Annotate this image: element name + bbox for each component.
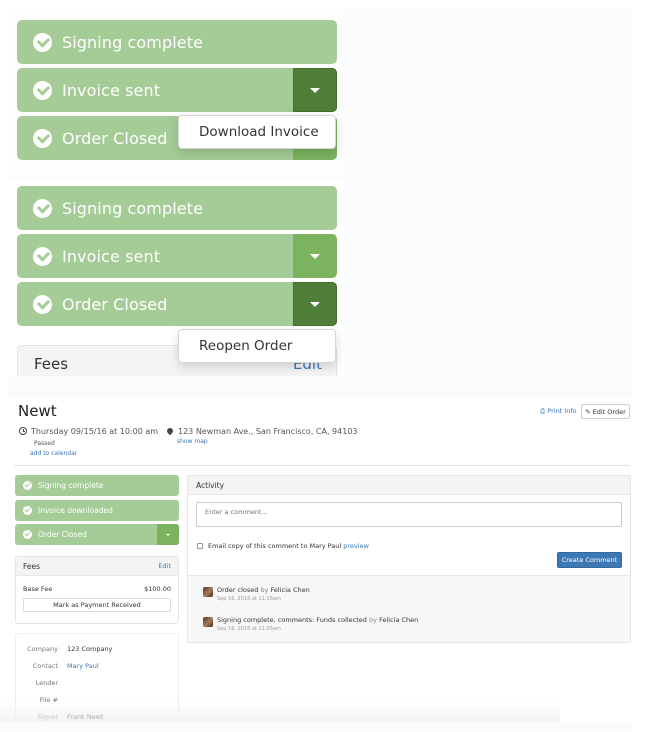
status-label: Order Closed xyxy=(62,294,168,314)
detail-label: Lender xyxy=(35,679,58,687)
status-bar-invoice-sent: Invoice sent xyxy=(17,234,337,278)
status-bar-invoice-downloaded: Invoice downloaded xyxy=(15,500,179,521)
preview-link[interactable]: preview xyxy=(343,542,369,550)
order-address: 123 Newman Ave., San Francisco, CA, 9410… xyxy=(165,426,358,436)
activity-panel: Activity Email copy of this comment to M… xyxy=(187,475,631,643)
status-bar-order-closed: Order Closed xyxy=(15,524,179,545)
email-copy-row: Email copy of this comment to Mary Paul … xyxy=(197,542,369,550)
check-circle-icon xyxy=(33,198,52,218)
activity-time: Sep 16, 2016 at 11:05am xyxy=(217,626,281,632)
comment-compose: Email copy of this comment to Mary Paul … xyxy=(188,495,630,576)
fees-card-header: Fees Edit xyxy=(16,557,178,576)
detail-label: Contact xyxy=(32,662,58,670)
status-bar-invoice-sent: Invoice sent xyxy=(17,68,337,112)
comment-input[interactable] xyxy=(196,502,622,527)
avatar xyxy=(203,617,213,627)
status-label: Signing complete xyxy=(62,32,204,52)
detail-value: 123 Company xyxy=(67,645,113,653)
status-label: Signing complete xyxy=(38,481,104,490)
caret-down-icon xyxy=(310,87,320,93)
invoice-dropdown-toggle[interactable] xyxy=(293,68,337,112)
divider xyxy=(14,465,630,466)
email-copy-checkbox[interactable] xyxy=(197,543,203,549)
clock-icon xyxy=(19,427,27,435)
check-circle-icon xyxy=(23,481,32,490)
fees-title: Fees xyxy=(34,355,69,373)
email-copy-label: Email copy of this comment to Mary Paul xyxy=(208,542,342,550)
bottom-background xyxy=(0,722,632,732)
address-text: 123 Newman Ave., San Francisco, CA, 9410… xyxy=(178,427,358,436)
fee-label: Base Fee xyxy=(23,585,53,593)
status-label: Invoice sent xyxy=(62,80,161,100)
check-circle-icon xyxy=(33,80,52,100)
status-bar-signing-complete: Signing complete xyxy=(17,186,337,230)
dropdown-menu: Reopen Order xyxy=(178,329,336,363)
page-title: Newt xyxy=(18,402,57,420)
show-map-link[interactable]: show map xyxy=(177,438,208,445)
edit-order-button[interactable]: ✎ Edit Order xyxy=(581,404,630,419)
map-marker-icon xyxy=(165,426,175,436)
contact-link[interactable]: Mary Paul xyxy=(67,662,99,670)
dropdown-menu: Download Invoice xyxy=(178,115,336,149)
caret-down-icon xyxy=(310,253,320,259)
order-dropdown-toggle[interactable] xyxy=(293,282,337,326)
caret-down-icon xyxy=(166,533,170,536)
print-info-link[interactable]: ⎙ Print Info xyxy=(540,407,577,416)
pencil-icon: ✎ xyxy=(585,407,591,416)
status-bar-order-closed: Order Closed xyxy=(17,282,337,326)
fees-card: Fees Edit Base Fee $100.00 Mark as Payme… xyxy=(15,556,179,624)
caret-down-icon xyxy=(310,301,320,307)
check-circle-icon xyxy=(23,506,32,515)
status-label: Invoice downloaded xyxy=(38,506,113,515)
print-info-label: Print Info xyxy=(547,407,577,415)
check-circle-icon xyxy=(33,294,52,314)
mark-payment-received-button[interactable]: Mark as Payment Received xyxy=(23,598,171,612)
activity-text: Order closed by Felicia Chen xyxy=(217,586,310,594)
order-datetime: Thursday 09/15/16 at 10:00 am xyxy=(19,427,158,436)
fees-edit-link[interactable]: Edit xyxy=(158,562,171,570)
activity-text: Signing complete, comments: Funds collec… xyxy=(217,616,419,624)
edit-order-label: Edit Order xyxy=(592,407,626,416)
detail-label: Company xyxy=(27,645,58,653)
invoice-dropdown-toggle[interactable] xyxy=(293,234,337,278)
check-circle-icon xyxy=(33,246,52,266)
check-circle-icon xyxy=(33,128,52,148)
status-bar-signing-complete: Signing complete xyxy=(15,475,179,496)
add-to-calendar-link[interactable]: add to calendar xyxy=(30,450,77,457)
status-bar-signing-complete: Signing complete xyxy=(17,20,337,64)
status-label: Signing complete xyxy=(62,198,204,218)
datetime-text: Thursday 09/15/16 at 10:00 am xyxy=(31,427,159,436)
status-label: Order Closed xyxy=(62,128,168,148)
check-circle-icon xyxy=(33,32,52,52)
order-dropdown-toggle[interactable] xyxy=(157,524,179,545)
create-comment-button[interactable]: Create Comment xyxy=(557,552,622,568)
activity-header: Activity xyxy=(188,476,630,495)
status-label: Invoice sent xyxy=(62,246,161,266)
status-text: Passed xyxy=(34,440,55,447)
menu-item-download-invoice[interactable]: Download Invoice xyxy=(199,124,319,140)
activity-time: Sep 16, 2016 at 11:15am xyxy=(217,596,281,602)
check-circle-icon xyxy=(23,530,32,539)
menu-item-reopen-order[interactable]: Reopen Order xyxy=(199,338,292,354)
printer-icon: ⎙ xyxy=(540,407,546,415)
fee-value: $100.00 xyxy=(144,585,171,593)
bottom-fade xyxy=(0,700,560,722)
avatar xyxy=(203,587,213,597)
fee-row: Base Fee $100.00 xyxy=(16,576,178,593)
status-label: Order Closed xyxy=(38,530,87,539)
fees-title: Fees xyxy=(23,561,41,571)
